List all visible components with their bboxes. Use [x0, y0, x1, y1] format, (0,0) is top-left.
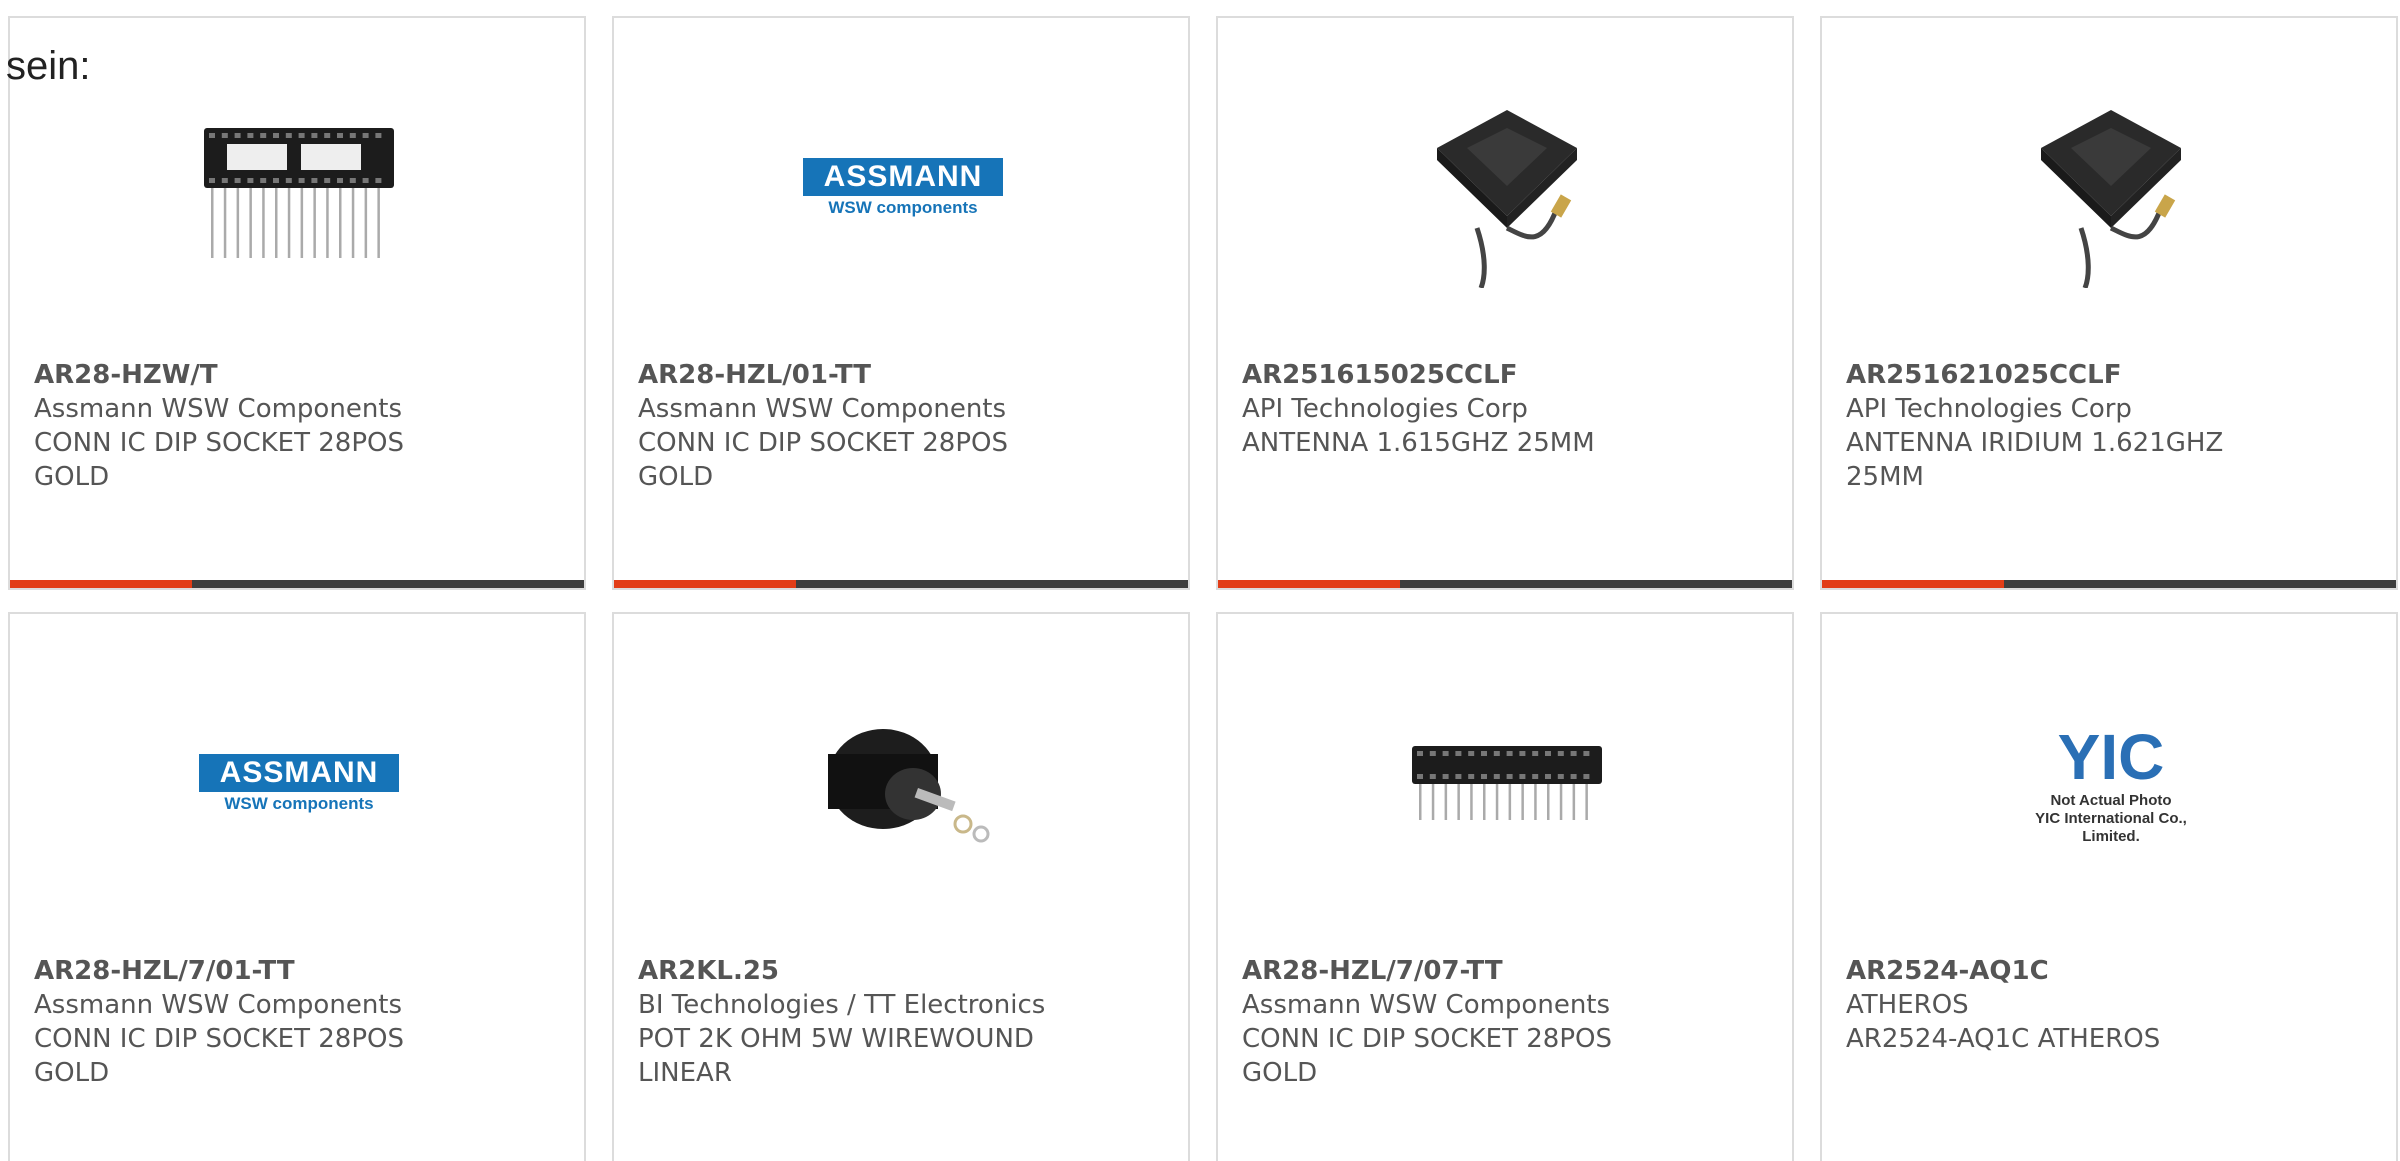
manufacturer: Assmann WSW Components	[1242, 990, 1611, 1020]
manufacturer: Assmann WSW Components	[638, 394, 1007, 424]
manufacturer: API Technologies Corp	[1242, 394, 1528, 424]
yic-line2: YIC International Co., Limited.	[2035, 810, 2187, 845]
product-card[interactable]: ASSMANN WSW components AR28-HZL/7/01-TT …	[8, 612, 586, 1161]
assmann-logo: ASSMANN WSW components	[199, 754, 399, 814]
product-info: AR28-HZW/T Assmann WSW Components CONN I…	[34, 358, 560, 494]
part-number-link[interactable]: AR2524-AQ1C	[1846, 954, 2372, 988]
card-accent-bar	[1218, 580, 1792, 588]
product-card[interactable]: AR251621025CCLF API Technologies Corp AN…	[1820, 16, 2398, 590]
manufacturer: Assmann WSW Components	[34, 990, 403, 1020]
product-image[interactable]	[803, 684, 1003, 884]
description: AR2524-AQ1C ATHEROS	[1846, 1024, 2161, 1054]
product-info: AR251615025CCLF API Technologies Corp AN…	[1242, 358, 1768, 460]
part-number-link[interactable]: AR28-HZL/01-TT	[638, 358, 1164, 392]
card-accent-bar	[614, 580, 1188, 588]
product-image[interactable]	[2011, 88, 2211, 288]
page: sein: AR28-HZW/T Assmann WSW Components …	[0, 0, 2400, 1161]
product-image[interactable]: ASSMANN WSW components	[803, 88, 1003, 288]
product-card[interactable]: YIC Not Actual Photo YIC International C…	[1820, 612, 2398, 1161]
product-image[interactable]	[1407, 684, 1607, 884]
card-accent-bar	[10, 580, 584, 588]
product-image[interactable]: ASSMANN WSW components	[199, 684, 399, 884]
part-number-link[interactable]: AR2KL.25	[638, 954, 1164, 988]
product-info: AR28-HZL/01-TT Assmann WSW Components CO…	[638, 358, 1164, 494]
product-card[interactable]: ASSMANN WSW components AR28-HZL/01-TT As…	[612, 16, 1190, 590]
patch-antenna-icon	[1437, 110, 1577, 288]
manufacturer: ATHEROS	[1846, 990, 1969, 1020]
part-number-link[interactable]: AR28-HZW/T	[34, 358, 560, 392]
patch-antenna-icon	[2041, 110, 2181, 288]
description: POT 2K OHM 5W WIREWOUND LINEAR	[638, 1024, 1034, 1088]
logo-sub: WSW components	[828, 198, 978, 217]
product-image[interactable]	[1407, 88, 1607, 288]
dip-socket-icon	[204, 128, 394, 258]
product-card[interactable]: AR28-HZW/T Assmann WSW Components CONN I…	[8, 16, 586, 590]
product-info: AR28-HZL/7/01-TT Assmann WSW Components …	[34, 954, 560, 1090]
yic-line1: Not Actual Photo	[2050, 792, 2172, 809]
part-number-link[interactable]: AR251615025CCLF	[1242, 358, 1768, 392]
product-image[interactable]: YIC Not Actual Photo YIC International C…	[2011, 684, 2211, 884]
description: CONN IC DIP SOCKET 28POS GOLD	[34, 1024, 404, 1088]
logo-sub: WSW components	[224, 794, 374, 813]
lead-text: sein:	[6, 44, 91, 88]
card-accent-highlight	[614, 580, 796, 588]
description: ANTENNA 1.615GHZ 25MM	[1242, 428, 1595, 458]
yic-logo: YIC	[2057, 721, 2165, 793]
manufacturer: Assmann WSW Components	[34, 394, 403, 424]
product-info: AR251621025CCLF API Technologies Corp AN…	[1846, 358, 2372, 494]
product-grid: AR28-HZW/T Assmann WSW Components CONN I…	[8, 16, 2398, 1161]
part-number-link[interactable]: AR28-HZL/7/07-TT	[1242, 954, 1768, 988]
card-accent-highlight	[1218, 580, 1400, 588]
description: ANTENNA IRIDIUM 1.621GHZ 25MM	[1846, 428, 2224, 492]
description: CONN IC DIP SOCKET 28POS GOLD	[1242, 1024, 1612, 1088]
product-card[interactable]: AR251615025CCLF API Technologies Corp AN…	[1216, 16, 1794, 590]
part-number-link[interactable]: AR28-HZL/7/01-TT	[34, 954, 560, 988]
manufacturer: BI Technologies / TT Electronics	[638, 990, 1046, 1020]
dip-socket-icon	[1412, 746, 1602, 820]
potentiometer-icon	[828, 729, 990, 843]
product-card[interactable]: AR28-HZL/7/07-TT Assmann WSW Components …	[1216, 612, 1794, 1161]
manufacturer: API Technologies Corp	[1846, 394, 2132, 424]
part-number-link[interactable]: AR251621025CCLF	[1846, 358, 2372, 392]
product-info: AR28-HZL/7/07-TT Assmann WSW Components …	[1242, 954, 1768, 1090]
card-accent-bar	[1822, 580, 2396, 588]
yic-placeholder-image: YIC Not Actual Photo YIC International C…	[2011, 722, 2211, 846]
card-accent-highlight	[10, 580, 192, 588]
card-accent-highlight	[1822, 580, 2004, 588]
assmann-logo: ASSMANN WSW components	[803, 158, 1003, 218]
product-info: AR2KL.25 BI Technologies / TT Electronic…	[638, 954, 1164, 1090]
product-card[interactable]: AR2KL.25 BI Technologies / TT Electronic…	[612, 612, 1190, 1161]
product-image[interactable]	[199, 88, 399, 288]
logo-brand: ASSMANN	[803, 158, 1003, 196]
description: CONN IC DIP SOCKET 28POS GOLD	[34, 428, 404, 492]
logo-brand: ASSMANN	[199, 754, 399, 792]
description: CONN IC DIP SOCKET 28POS GOLD	[638, 428, 1008, 492]
product-info: AR2524-AQ1C ATHEROS AR2524-AQ1C ATHEROS	[1846, 954, 2372, 1056]
